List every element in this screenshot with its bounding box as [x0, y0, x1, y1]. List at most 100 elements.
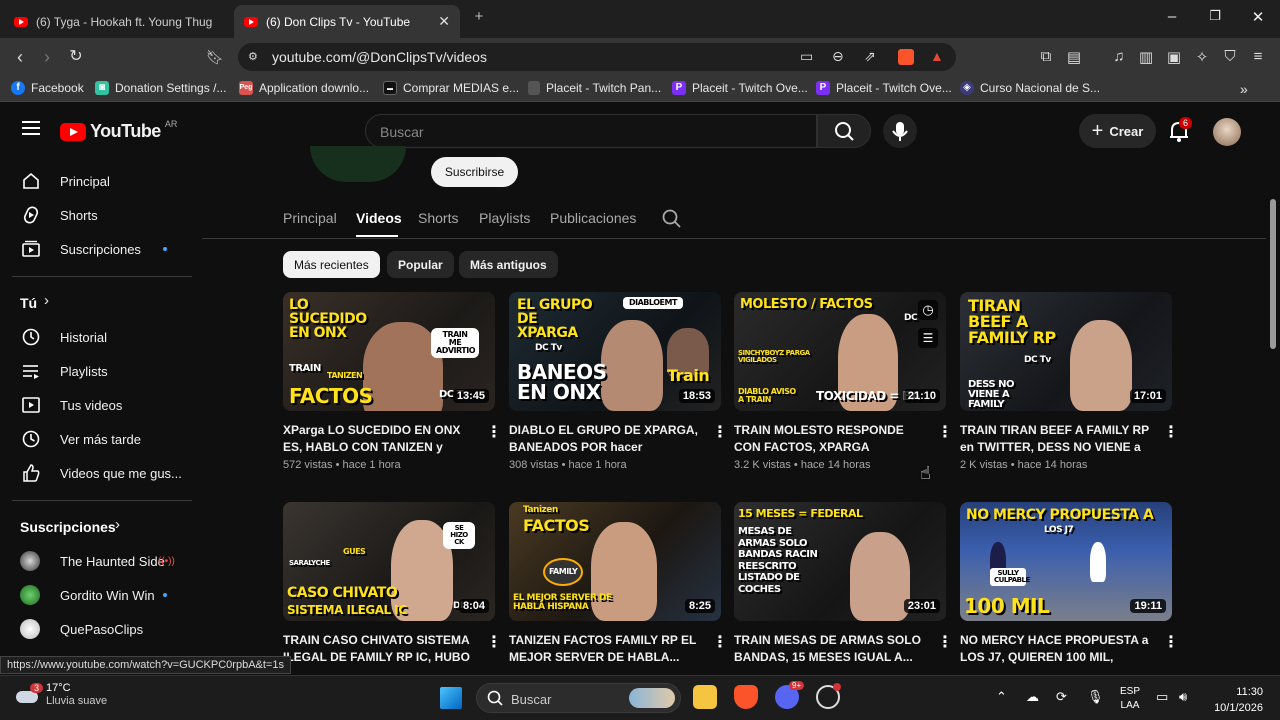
taskbar-search[interactable]: Buscar [476, 683, 681, 713]
sidebar-item-shorts[interactable]: Shorts [0, 198, 200, 232]
video-thumbnail[interactable]: EL GRUPO DE XPARGA BANEOS EN ONX DIABLOE… [509, 292, 721, 411]
search-input[interactable]: Buscar [365, 114, 817, 148]
sidebar-channel-item[interactable]: QuePasoClips [0, 612, 200, 646]
menu-icon[interactable]: ≡ [1249, 48, 1267, 65]
video-thumbnail[interactable]: 15 MESES = FEDERAL MESAS DE ARMAS SOLO B… [734, 502, 946, 621]
video-card[interactable]: Tanizen FACTOS EL MEJOR SERVER DE HABLA … [509, 502, 728, 669]
reader-icon[interactable]: ▤ [1065, 48, 1083, 66]
minimize-icon[interactable]: – [1162, 8, 1182, 25]
volume-icon[interactable]: 🔊︎ [1179, 689, 1187, 705]
weather-widget[interactable]: 3 17°C Lluvia suave [14, 682, 107, 708]
tab-videos[interactable]: Videos [356, 210, 402, 226]
chip-mas-antiguos[interactable]: Más antiguos [459, 251, 558, 278]
sidebar-item-tus-videos[interactable]: Tus videos [0, 388, 200, 422]
subscribe-button[interactable]: Suscribirse [431, 157, 518, 187]
video-card[interactable]: EL GRUPO DE XPARGA BANEOS EN ONX DIABLOE… [509, 292, 728, 471]
video-card[interactable]: TIRAN BEEF A FAMILY RP DESS NO VIENE A F… [960, 292, 1179, 471]
onedrive-icon[interactable]: ☁ [1026, 689, 1039, 705]
clock[interactable]: 11:30 10/1/2026 [1203, 684, 1263, 716]
tab-playlists[interactable]: Playlists [479, 210, 530, 226]
video-title[interactable]: TRAIN MOLESTO RESPONDE CON FACTOS, XPARG… [734, 422, 929, 456]
create-button[interactable]: + Crear [1079, 114, 1156, 148]
sidebar-item-playlists[interactable]: Playlists [0, 354, 200, 388]
brave-shield-icon[interactable] [898, 49, 914, 65]
forward-icon[interactable]: › [36, 46, 58, 68]
network-icon[interactable]: ▭ [1156, 689, 1168, 705]
watch-later-icon[interactable]: ◷ [918, 300, 938, 320]
maximize-icon[interactable]: ❐ [1205, 8, 1225, 24]
sidebar-item-suscripciones[interactable]: Suscripciones [0, 232, 200, 266]
more-options-icon[interactable]: ⋮ [1163, 632, 1179, 652]
video-thumbnail[interactable]: CASO CHIVATO SISTEMA ILEGAL IC SE HIZO C… [283, 502, 495, 621]
tab-principal[interactable]: Principal [283, 210, 337, 226]
sidebar-channel-item[interactable]: Gordito Win Win [0, 578, 200, 612]
sync-icon[interactable]: ⟳ [1056, 689, 1067, 705]
more-options-icon[interactable]: ⋮ [712, 632, 728, 652]
video-title[interactable]: TRAIN CASO CHIVATO SISTEMA ILEGAL DE FAM… [283, 632, 478, 666]
language-indicator[interactable]: ESP LAA [1120, 685, 1140, 713]
video-card[interactable]: CASO CHIVATO SISTEMA ILEGAL IC SE HIZO C… [283, 502, 502, 669]
bookmark-item[interactable]: f Facebook [11, 81, 84, 95]
bookmark-item[interactable]: P Placeit - Twitch Ove... [672, 81, 808, 95]
more-options-icon[interactable]: ⋮ [937, 632, 953, 652]
extensions-icon[interactable]: ⧉ [1037, 48, 1055, 65]
sidebar-item-historial[interactable]: Historial [0, 320, 200, 354]
file-explorer-icon[interactable] [693, 685, 717, 709]
avatar[interactable] [1213, 118, 1241, 146]
tab-publicaciones[interactable]: Publicaciones [550, 210, 636, 226]
channel-search-icon[interactable] [661, 208, 683, 230]
chevron-up-icon[interactable]: ⌃ [996, 689, 1007, 705]
video-card[interactable]: NO MERCY PROPUESTA A LOS J7 SULLY CULPAB… [960, 502, 1179, 669]
more-options-icon[interactable]: ⋮ [1163, 422, 1179, 442]
chip-mas-recientes[interactable]: Más recientes [283, 251, 380, 278]
video-title[interactable]: XParga LO SUCEDIDO EN ONX ES, HABLO CON … [283, 422, 478, 456]
sidebar-section-you[interactable]: Tú › [0, 286, 200, 320]
bookmark-item[interactable]: ◈ Curso Nacional de S... [960, 81, 1100, 95]
video-thumbnail[interactable]: LO SUCEDIDO EN ONX FACTOS TRAIN ME ADVIR… [283, 292, 495, 411]
zoom-icon[interactable]: ⊖ [832, 48, 844, 65]
reload-icon[interactable]: ↻ [65, 46, 87, 68]
vpn-icon[interactable]: ⛉ [1221, 48, 1239, 65]
sidebar-item-ver-mas-tarde[interactable]: Ver más tarde [0, 422, 200, 456]
more-options-icon[interactable]: ⋮ [712, 422, 728, 442]
scrollbar-thumb[interactable] [1270, 199, 1276, 349]
share-icon[interactable]: ⇗ [864, 48, 876, 65]
youtube-logo[interactable]: YouTube AR [60, 119, 177, 142]
sidebar-channel-item[interactable]: The Haunted Side ((•)) [0, 544, 200, 578]
wallet-icon[interactable]: ▣ [1165, 48, 1183, 66]
sidebar-item-liked-videos[interactable]: Videos que me gus... [0, 456, 200, 490]
bookmark-item[interactable]: P Placeit - Twitch Ove... [816, 81, 952, 95]
chip-popular[interactable]: Popular [387, 251, 454, 278]
browser-tab[interactable]: (6) Tyga - Hookah ft. Young Thug - Yo [4, 5, 230, 38]
video-card[interactable]: LO SUCEDIDO EN ONX FACTOS TRAIN ME ADVIR… [283, 292, 502, 471]
cast-icon[interactable]: ▭ [800, 48, 813, 65]
video-title[interactable]: DIABLO EL GRUPO DE XPARGA, BANEADOS POR … [509, 422, 704, 456]
video-thumbnail[interactable]: NO MERCY PROPUESTA A LOS J7 SULLY CULPAB… [960, 502, 1172, 621]
sidebar-item-principal[interactable]: Principal [0, 164, 200, 198]
address-bar[interactable]: ⚙︎ youtube.com/@DonClipsTv/videos ▭ ⊖ ⇗ … [238, 43, 956, 71]
tab-shorts[interactable]: Shorts [418, 210, 458, 226]
close-window-icon[interactable]: ✕ [1248, 8, 1268, 26]
back-icon[interactable]: ‹ [9, 46, 31, 68]
bookmark-icon[interactable]: 🔖︎ [204, 46, 226, 68]
bookmark-item[interactable]: Peg Application downlo... [239, 81, 369, 95]
add-to-queue-icon[interactable]: ☰ [918, 328, 938, 348]
more-options-icon[interactable]: ⋮ [486, 422, 502, 442]
hamburger-menu-icon[interactable] [22, 121, 40, 135]
video-title[interactable]: NO MERCY HACE PROPUESTA a LOS J7, QUIERE… [960, 632, 1155, 666]
microphone-icon[interactable]: 🎙︎ [1087, 689, 1104, 705]
bookmark-item[interactable]: ◙ Donation Settings /... [95, 81, 226, 95]
brave-browser-icon[interactable] [734, 685, 758, 709]
bookmark-item[interactable]: ▬ Comprar MEDIAS e... [383, 81, 519, 95]
site-settings-icon[interactable]: ⚙︎ [248, 50, 258, 63]
voice-search-button[interactable] [883, 114, 917, 148]
more-options-icon[interactable]: ⋮ [486, 632, 502, 652]
more-options-icon[interactable]: ⋮ [937, 422, 953, 442]
more-bookmarks-icon[interactable]: » [1240, 81, 1248, 97]
windows-start-icon[interactable] [440, 687, 462, 709]
video-card[interactable]: MOLESTO / FACTOS TOXICIDAD = BA SINCHYBO… [734, 292, 953, 471]
video-thumbnail[interactable]: Tanizen FACTOS EL MEJOR SERVER DE HABLA … [509, 502, 721, 621]
bookmark-item[interactable]: Placeit - Twitch Pan... [528, 81, 661, 95]
video-thumbnail[interactable]: MOLESTO / FACTOS TOXICIDAD = BA SINCHYBO… [734, 292, 946, 411]
brave-rewards-icon[interactable]: ▲ [930, 48, 944, 64]
